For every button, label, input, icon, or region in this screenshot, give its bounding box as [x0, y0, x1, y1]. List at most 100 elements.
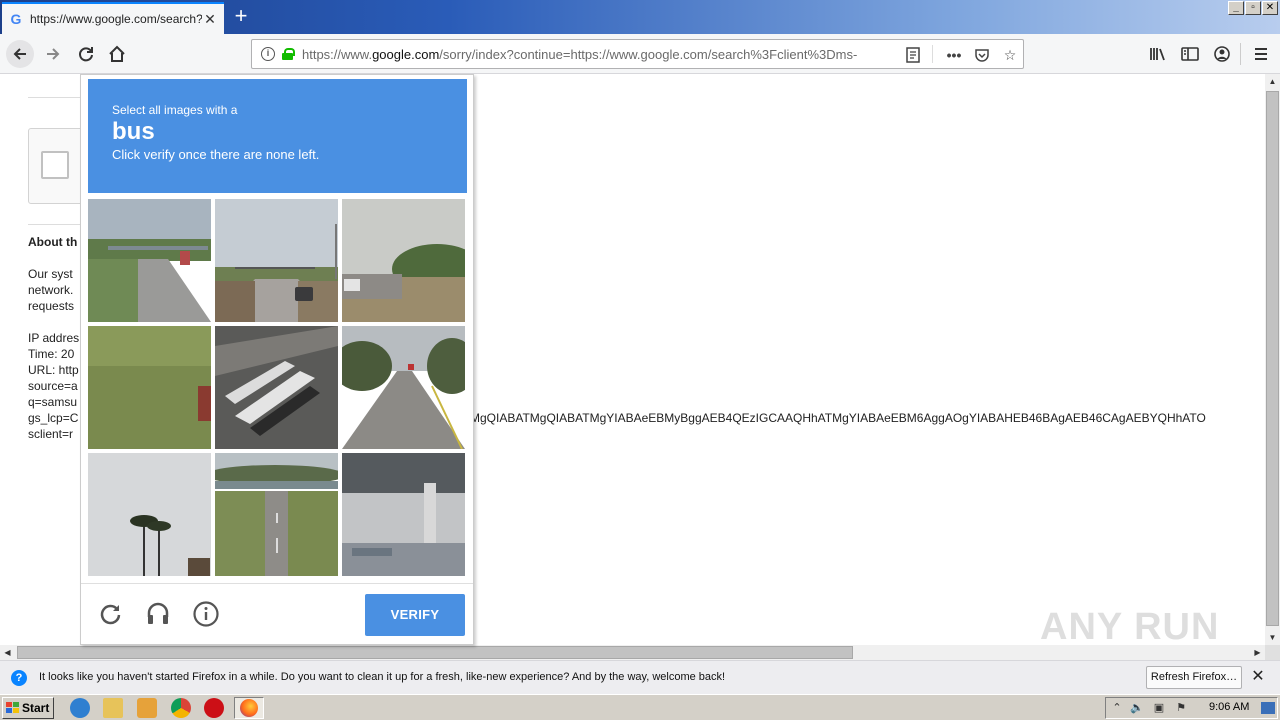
info-line: network.: [28, 283, 74, 297]
clock[interactable]: 9:06 AM: [1209, 701, 1249, 713]
audio-challenge-icon[interactable]: [144, 600, 172, 628]
show-desktop-icon[interactable]: [1261, 702, 1275, 714]
site-info-icon[interactable]: i: [261, 47, 275, 61]
url-divider: [932, 45, 933, 63]
bookmark-star-icon[interactable]: ☆: [1001, 46, 1019, 64]
divider: [28, 97, 88, 98]
challenge-footer: VERIFY: [81, 583, 473, 645]
opera-icon[interactable]: [204, 698, 224, 718]
back-button[interactable]: [6, 40, 34, 68]
library-icon[interactable]: [1147, 43, 1169, 65]
page-actions-menu-icon[interactable]: •••: [945, 46, 963, 64]
reload-icon: [79, 47, 93, 62]
new-tab-button[interactable]: +: [228, 4, 254, 30]
reader-view-icon[interactable]: [904, 46, 922, 64]
tray-expand-icon[interactable]: ⌃: [1110, 701, 1124, 715]
horizontal-scroll-thumb[interactable]: [17, 646, 853, 659]
url-prefix: https://www.: [302, 46, 373, 62]
info-line: URL: http: [28, 363, 79, 377]
sidebar-toggle-icon[interactable]: [1179, 43, 1201, 65]
pocket-icon[interactable]: [973, 46, 991, 64]
minimize-button[interactable]: _: [1228, 1, 1244, 15]
url-domain: google.com: [372, 46, 440, 62]
info-line: gs_lcp=C: [28, 411, 79, 425]
forward-arrow-icon: [47, 48, 60, 60]
close-window-button[interactable]: ✕: [1262, 1, 1278, 15]
image-grid: [88, 199, 467, 577]
address-bar[interactable]: i https://www.google.com/sorry/index?con…: [251, 39, 1024, 69]
media-player-icon[interactable]: [137, 698, 157, 718]
secure-lock-icon[interactable]: [282, 48, 295, 60]
about-heading: About th: [28, 235, 78, 249]
file-explorer-icon[interactable]: [103, 698, 123, 718]
url-path: /sorry/index?continue=https://www.google…: [439, 46, 858, 62]
challenge-target-word: bus: [112, 118, 155, 145]
network-icon[interactable]: ▣: [1152, 701, 1166, 715]
refresh-firefox-button[interactable]: Refresh Firefox…: [1146, 666, 1242, 689]
account-icon[interactable]: [1211, 43, 1233, 65]
close-notification-icon[interactable]: ✕: [1250, 669, 1266, 685]
vertical-scroll-thumb[interactable]: [1266, 91, 1279, 626]
scroll-left-arrow-icon[interactable]: ◀: [0, 645, 15, 660]
info-line: requests: [28, 299, 75, 313]
url-text[interactable]: https://www.google.com/sorry/index?conti…: [302, 47, 870, 62]
info-line: Time: 20: [28, 347, 75, 361]
forward-button[interactable]: [39, 40, 67, 68]
image-tile[interactable]: [88, 199, 211, 322]
info-line: q=samsu: [28, 395, 78, 409]
divider: [28, 224, 88, 225]
internet-explorer-icon[interactable]: [70, 698, 90, 718]
help-info-icon[interactable]: [192, 600, 220, 628]
reload-challenge-icon[interactable]: [97, 600, 125, 628]
notification-message: It looks like you haven't started Firefo…: [39, 671, 726, 683]
volume-icon[interactable]: 🔈: [1130, 701, 1144, 715]
recaptcha-checkbox[interactable]: [41, 151, 69, 179]
tab-close-icon[interactable]: ✕: [202, 11, 218, 28]
start-label: Start: [22, 701, 50, 715]
reload-button[interactable]: [72, 40, 100, 68]
windows-logo-icon: [6, 702, 19, 713]
home-button[interactable]: [103, 40, 131, 68]
image-tile[interactable]: [342, 199, 465, 322]
back-arrow-icon: [13, 48, 26, 60]
image-tile[interactable]: [215, 326, 338, 449]
info-line: Our syst: [28, 267, 73, 281]
image-tile[interactable]: [215, 453, 338, 576]
image-tile[interactable]: [88, 453, 211, 576]
scroll-right-arrow-icon[interactable]: ▶: [1250, 645, 1265, 660]
restore-button[interactable]: ▫: [1245, 1, 1261, 15]
firefox-taskbar-button[interactable]: [234, 697, 264, 719]
image-tile[interactable]: [342, 453, 465, 576]
recaptcha-challenge: Select all images with a bus Click verif…: [80, 74, 474, 645]
info-line: source=a: [28, 379, 78, 393]
hamburger-menu-icon[interactable]: [1250, 43, 1272, 65]
question-icon: ?: [11, 670, 27, 686]
system-tray: ⌃ 🔈 ▣ ⚑ 9:06 AM: [1105, 697, 1278, 719]
anyrun-watermark: ANY RUN: [1040, 606, 1220, 648]
image-tile[interactable]: [88, 326, 211, 449]
notification-bar: ? It looks like you haven't started Fire…: [0, 660, 1280, 694]
title-bar: G https://www.google.com/search?c ✕ + _ …: [0, 0, 1280, 34]
long-url-fragment: MgQIABATMgQIABATMgYIABAeEBMyBggAEB4QEzIG…: [470, 411, 1206, 425]
windows-taskbar: Start ⌃ 🔈 ▣ ⚑ 9:06 AM: [0, 694, 1280, 720]
scroll-up-arrow-icon[interactable]: ▲: [1265, 74, 1280, 89]
info-line: sclient=r: [28, 427, 74, 441]
chrome-icon[interactable]: [171, 698, 191, 718]
start-button[interactable]: Start: [2, 697, 54, 719]
toolbar-divider: [1240, 43, 1241, 65]
challenge-instruction: Select all images with a: [112, 103, 238, 117]
google-favicon-icon: G: [10, 11, 22, 27]
action-center-flag-icon[interactable]: ⚑: [1174, 701, 1188, 715]
image-tile[interactable]: [342, 326, 465, 449]
verify-button[interactable]: VERIFY: [365, 594, 465, 636]
image-tile[interactable]: [215, 199, 338, 322]
vertical-scrollbar[interactable]: ▲ ▼: [1265, 74, 1280, 645]
tab-title: https://www.google.com/search?c: [30, 12, 202, 26]
home-icon: [109, 45, 125, 62]
challenge-subtext: Click verify once there are none left.: [112, 147, 320, 162]
scroll-down-arrow-icon[interactable]: ▼: [1265, 630, 1280, 645]
browser-tab[interactable]: G https://www.google.com/search?c ✕: [2, 2, 224, 34]
scrollbar-corner: [1265, 645, 1280, 660]
info-line: IP addres: [28, 331, 80, 345]
firefox-icon: [240, 699, 258, 717]
